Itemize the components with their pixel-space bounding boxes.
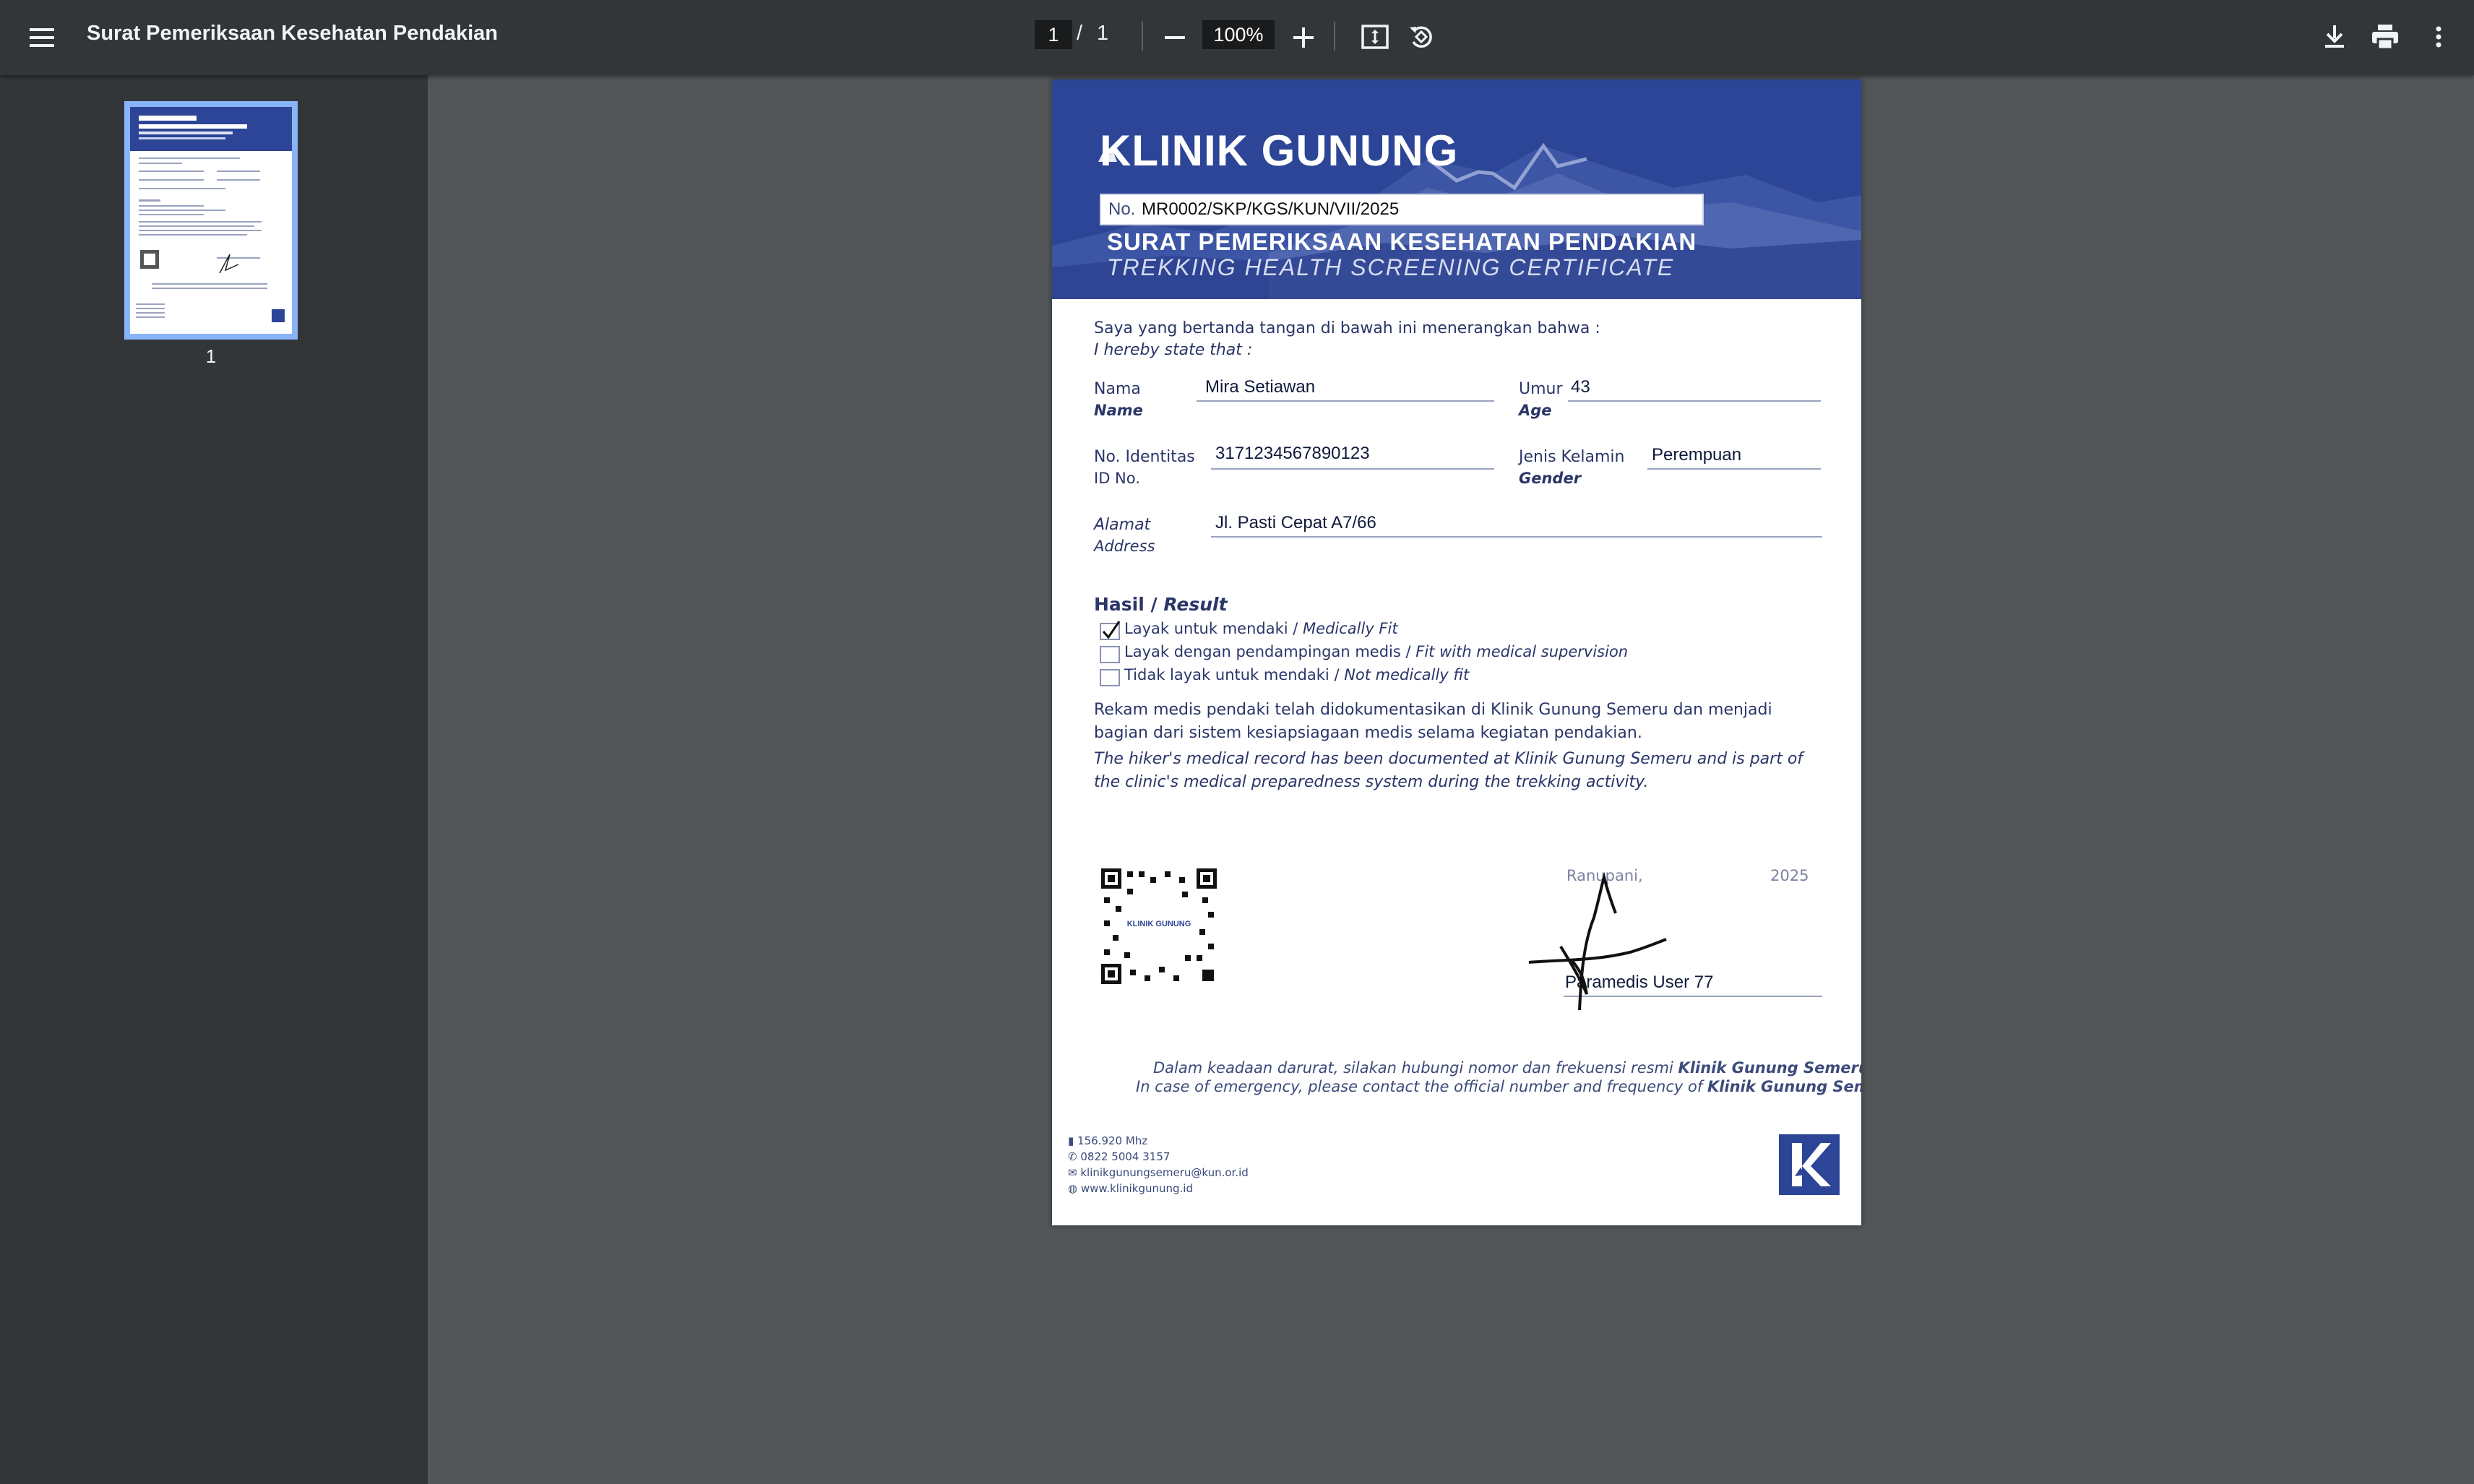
name-value: Mira Setiawan <box>1205 377 1316 397</box>
page-number-input[interactable] <box>1035 20 1072 49</box>
more-actions-button[interactable] <box>2418 16 2460 58</box>
page-thumbnail-image <box>130 107 292 334</box>
page-separator: / <box>1077 22 1083 45</box>
certificate-number-label: No. <box>1108 199 1136 219</box>
page-total: 1 <box>1097 22 1109 45</box>
address-value: Jl. Pasti Cepat A7/66 <box>1215 513 1376 532</box>
result-heading-id: Hasil / <box>1094 594 1158 615</box>
note-id-line-1: Rekam medis pendaki telah didokumentasik… <box>1094 701 1772 719</box>
note-id-line-2: bagian dari sistem kesiapsiagaan medis s… <box>1094 724 1642 742</box>
id-underline <box>1211 468 1494 470</box>
document-title: Surat Pemeriksaan Kesehatan Pendakian <box>87 22 498 45</box>
zoom-input[interactable] <box>1202 20 1275 49</box>
result-heading: Hasil / Result <box>1094 594 1228 615</box>
gender-underline <box>1647 468 1821 470</box>
contact-website: ◍ www.klinikgunung.id <box>1068 1182 1193 1195</box>
clinic-logo-text: KLINIK GUNUNG <box>1100 126 1459 175</box>
gender-label-id: Jenis Kelamin <box>1519 448 1625 466</box>
note-en-line-1: The hiker's medical record has been docu… <box>1094 750 1803 768</box>
rotate-counterclockwise-icon <box>1410 26 1432 48</box>
age-value: 43 <box>1571 377 1590 397</box>
radio-icon: ▮ <box>1068 1134 1074 1147</box>
mail-icon: ✉ <box>1068 1166 1077 1179</box>
handwritten-signature <box>1528 871 1667 1011</box>
check-icon <box>1102 621 1121 639</box>
qr-center-label: KLINIK GUNUNG <box>1127 920 1191 928</box>
gender-value: Perempuan <box>1652 445 1742 465</box>
name-label-id: Nama <box>1094 380 1141 398</box>
page-thumbnail[interactable] <box>124 101 298 340</box>
thumbnail-sidebar: 1 <box>0 75 428 1484</box>
id-label-id: No. Identitas <box>1094 448 1195 466</box>
name-label-en: Name <box>1094 402 1143 419</box>
fit-to-page-button[interactable] <box>1354 16 1396 58</box>
result-option-3: Tidak layak untuk mendaki / Not medicall… <box>1124 666 1470 683</box>
zoom-out-button[interactable] <box>1155 17 1195 58</box>
certificate-header-banner: KLINIK GUNUNG No. MR0002/SKP/KGS/KUN/VII… <box>1052 79 1861 299</box>
age-label-id: Umur <box>1519 380 1563 398</box>
download-icon <box>2325 25 2344 48</box>
checkbox-fit-with-supervision <box>1100 646 1120 663</box>
contact-radio: ▮ 156.920 Mhz <box>1068 1134 1148 1147</box>
pdf-page: KLINIK GUNUNG No. MR0002/SKP/KGS/KUN/VII… <box>1052 79 1861 1225</box>
age-label-en: Age <box>1519 402 1552 419</box>
thumbnail-page-number: 1 <box>205 345 217 367</box>
id-value: 3171234567890123 <box>1215 444 1370 463</box>
rotate-button[interactable] <box>1400 16 1442 58</box>
intro-en: I hereby state that : <box>1094 341 1253 359</box>
address-label-en: Address <box>1094 538 1155 555</box>
certificate-title-en: TREKKING HEALTH SCREENING CERTIFICATE <box>1107 254 1675 280</box>
age-underline <box>1568 400 1821 402</box>
toolbar-divider <box>1334 22 1335 51</box>
menu-button[interactable] <box>22 17 62 58</box>
emergency-note-en: In case of emergency, please contact the… <box>1136 1078 1861 1095</box>
contact-email: ✉ klinikgunungsemeru@kun.or.id <box>1068 1166 1249 1179</box>
fit-page-icon <box>1361 25 1389 49</box>
zoom-in-button[interactable] <box>1283 17 1324 58</box>
qr-code: KLINIK GUNUNG <box>1101 868 1217 984</box>
hamburger-menu-icon <box>30 28 54 47</box>
id-label-en: ID No. <box>1094 470 1140 487</box>
clinic-k-logo <box>1779 1134 1840 1195</box>
emergency-note-id: Dalam keadaan darurat, silakan hubungi n… <box>1153 1059 1861 1077</box>
plus-icon <box>1293 27 1314 48</box>
result-option-2: Layak dengan pendampingan medis / Fit wi… <box>1124 643 1629 660</box>
checkbox-medically-fit <box>1100 621 1121 640</box>
print-button[interactable] <box>2364 16 2406 58</box>
result-heading-en: Result <box>1163 594 1228 615</box>
globe-icon: ◍ <box>1068 1182 1078 1195</box>
certificate-number-box: No. MR0002/SKP/KGS/KUN/VII/2025 <box>1100 194 1704 225</box>
download-button[interactable] <box>2314 16 2356 58</box>
contact-phone: ✆ 0822 5004 3157 <box>1068 1150 1171 1163</box>
checkbox-not-fit <box>1100 669 1120 686</box>
note-en-line-2: the clinic's medical preparedness system… <box>1094 773 1649 791</box>
certificate-title-id: SURAT PEMERIKSAAN KESEHATAN PENDAKIAN <box>1107 228 1697 255</box>
minus-icon <box>1165 36 1185 39</box>
toolbar-divider <box>1142 22 1143 51</box>
phone-icon: ✆ <box>1068 1150 1077 1163</box>
pdf-toolbar: Surat Pemeriksaan Kesehatan Pendakian / … <box>0 0 2474 75</box>
signature-year: 2025 <box>1770 867 1809 884</box>
name-underline <box>1197 400 1494 402</box>
intro-id: Saya yang bertanda tangan di bawah ini m… <box>1094 319 1600 337</box>
certificate-number: MR0002/SKP/KGS/KUN/VII/2025 <box>1142 199 1400 219</box>
printer-icon <box>2372 25 2398 49</box>
result-option-1: Layak untuk mendaki / Medically Fit <box>1124 620 1398 637</box>
more-vertical-icon <box>2436 26 2441 48</box>
gender-label-en: Gender <box>1519 470 1582 487</box>
address-label-id: Alamat <box>1094 516 1151 534</box>
k-logo-icon <box>1792 1143 1831 1186</box>
address-underline <box>1211 536 1822 538</box>
